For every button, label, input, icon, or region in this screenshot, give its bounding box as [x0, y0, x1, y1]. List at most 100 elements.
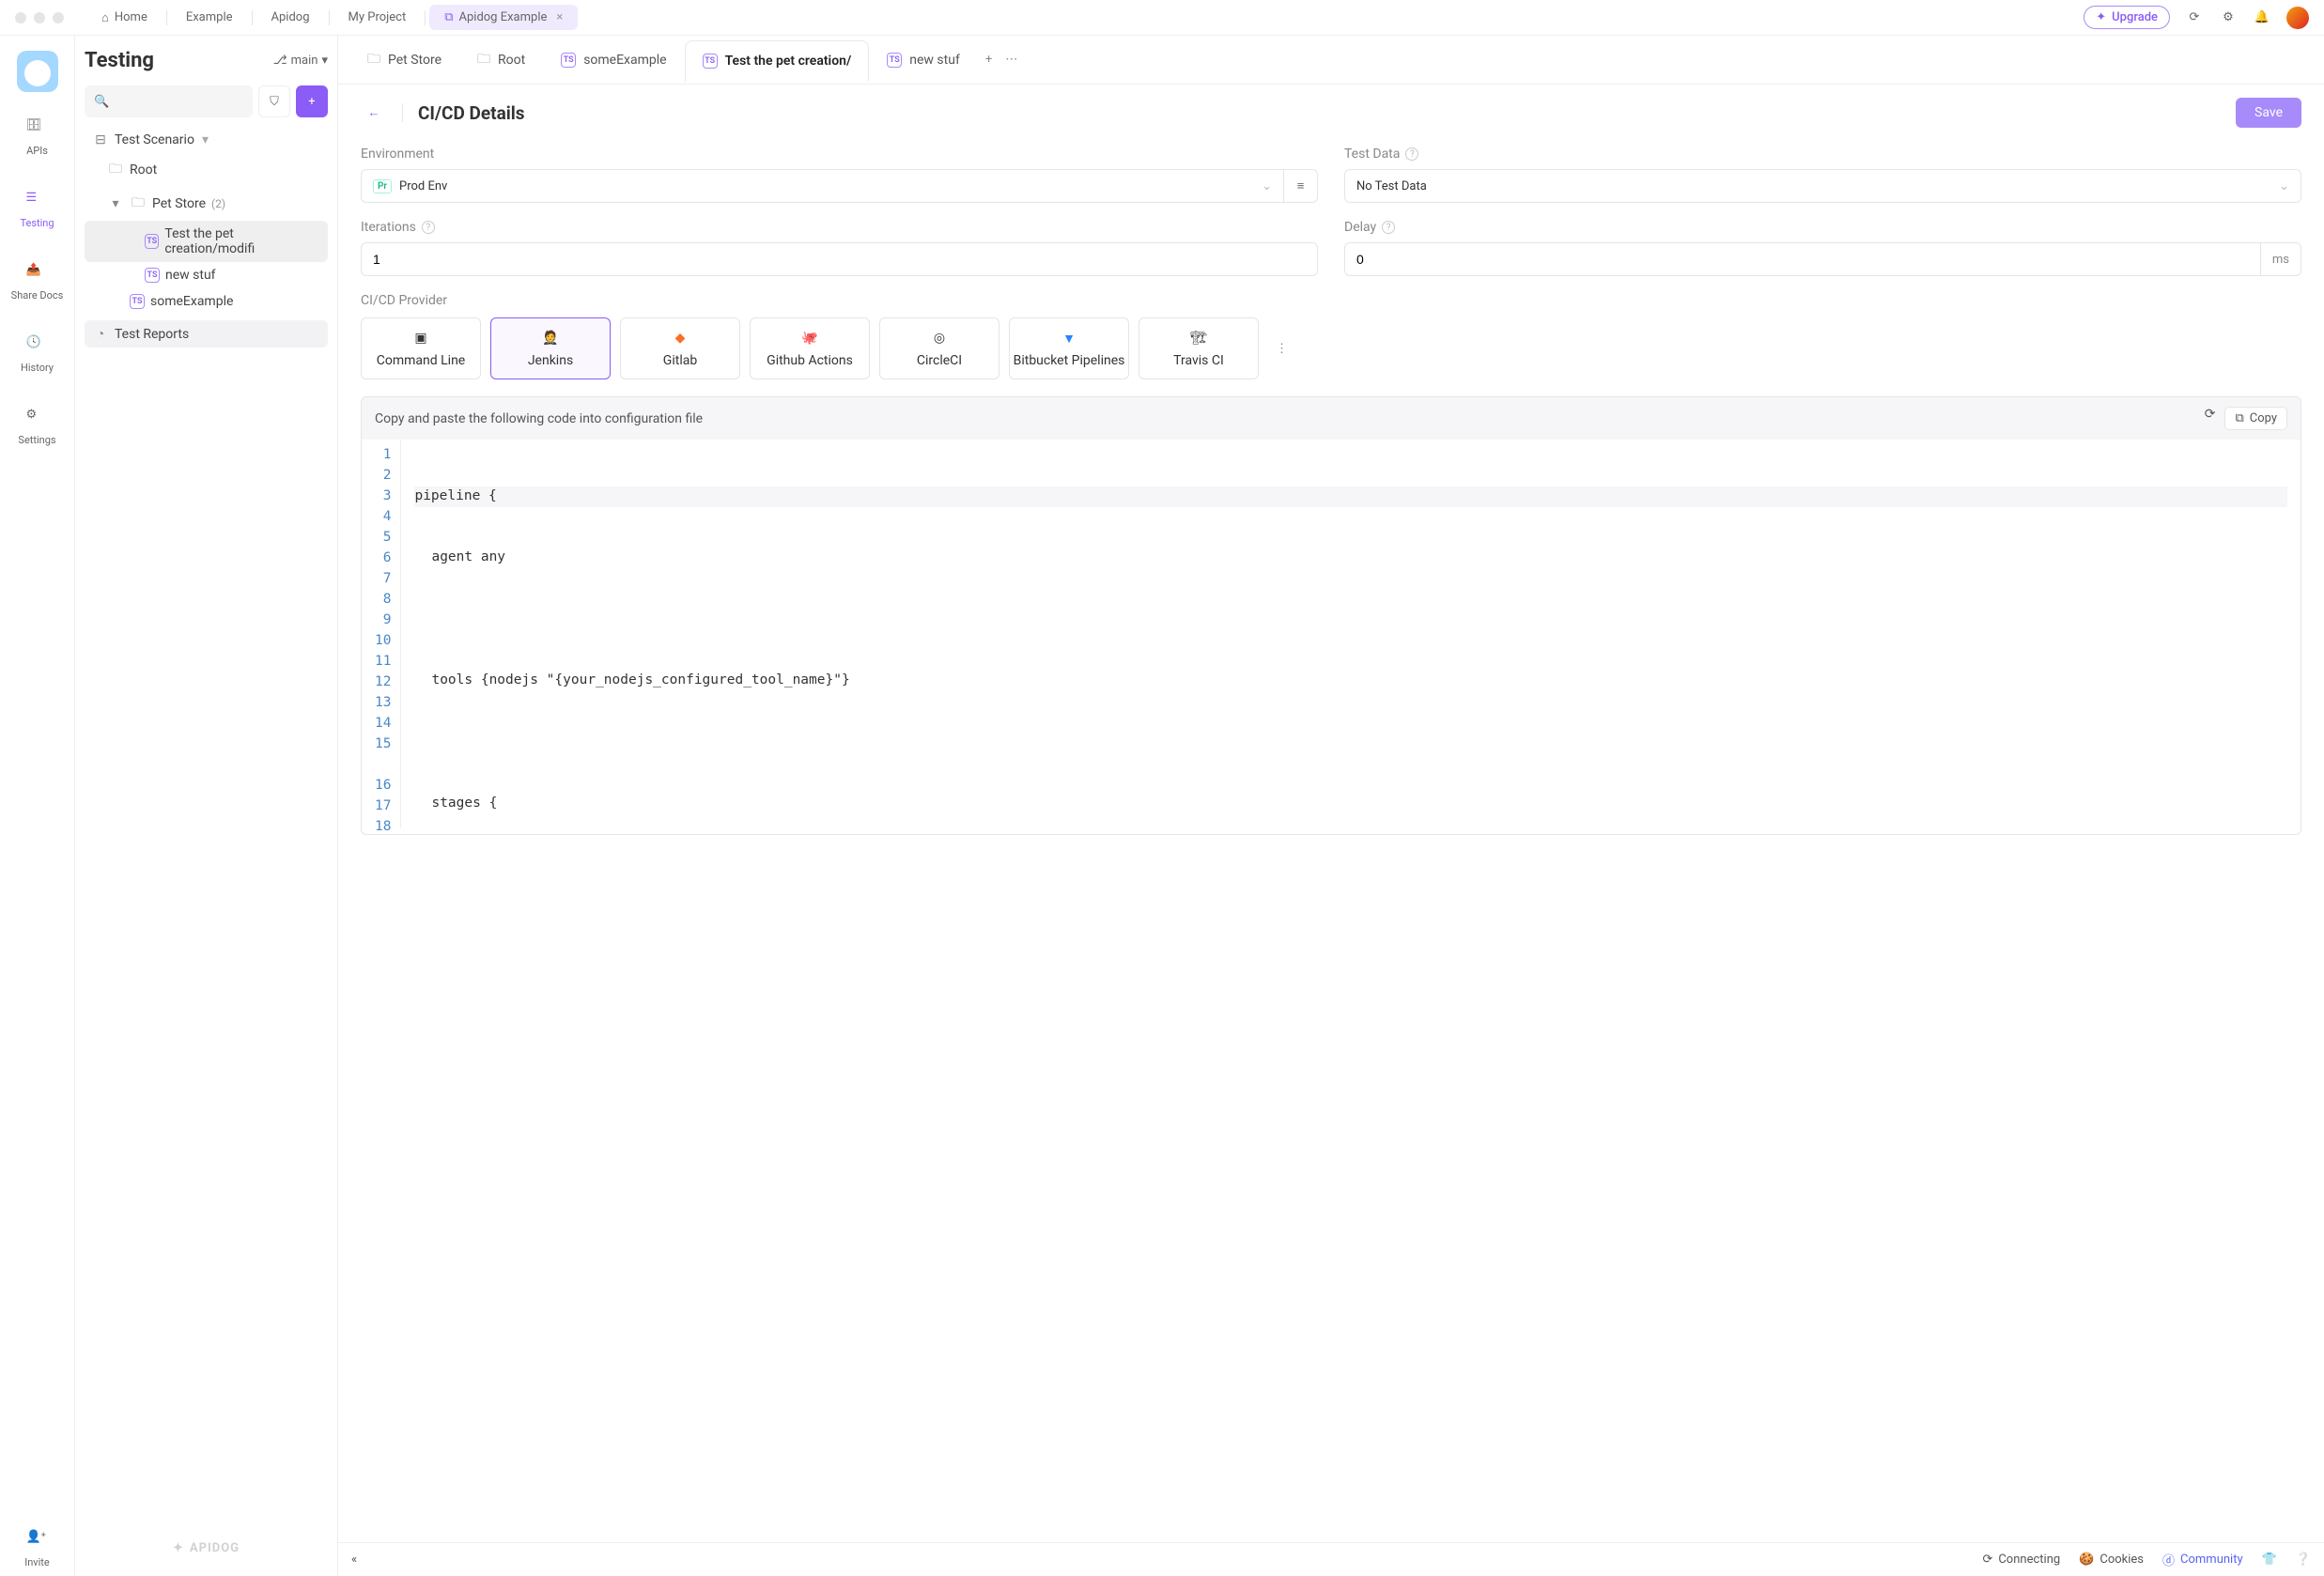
testdata-select[interactable]: No Test Data ⌄ [1344, 169, 2301, 203]
provider-gitlab[interactable]: ◆ Gitlab [620, 317, 740, 379]
status-community[interactable]: ⓓ Community [2162, 1551, 2243, 1568]
chevron-down-icon: ▾ [202, 132, 209, 147]
tree-petstore[interactable]: ▾ 🗀 Pet Store (2) [85, 187, 328, 221]
apidog-logo: ✦ APIDOG [85, 1534, 328, 1563]
delay-input[interactable] [1344, 242, 2261, 276]
provider-github-actions[interactable]: 🐙 Github Actions [750, 317, 870, 379]
filter-button[interactable]: ⛉ [258, 85, 290, 117]
invite-icon: 👤⁺ [26, 1530, 49, 1553]
provider-bitbucket[interactable]: ▼ Bitbucket Pipelines [1009, 317, 1129, 379]
rail-history[interactable]: 🕓 History [0, 328, 74, 381]
close-window[interactable] [15, 12, 26, 23]
divider [402, 103, 403, 122]
copy-label: Copy [2250, 411, 2277, 425]
rail-apis[interactable]: 🗄 APIs [0, 111, 74, 164]
save-button[interactable]: Save [2236, 98, 2301, 128]
delay-unit: ms [2261, 242, 2301, 276]
connecting-label: Connecting [1998, 1553, 2060, 1567]
rail-invite[interactable]: 👤⁺ Invite [0, 1522, 74, 1576]
title-tab-apidog-example[interactable]: ⧉ Apidog Example × [429, 5, 578, 30]
copy-button[interactable]: ⧉ Copy [2224, 407, 2287, 430]
tree-item-some-example[interactable]: TS someExample [85, 288, 328, 315]
titlebar: ⌂ Home Example Apidog My Project ⧉ Apido… [0, 0, 2324, 36]
tshirt-icon[interactable]: 👕 [2262, 1553, 2277, 1567]
back-button[interactable]: ← [361, 100, 387, 126]
jenkins-icon: 🤵 [541, 329, 560, 348]
environment-select[interactable]: Pr Prod Env ⌄ [361, 169, 1284, 203]
chevron-down-icon: ⌄ [1262, 179, 1272, 193]
tree-item-test-pet-creation[interactable]: TS Test the pet creation/modifi [85, 221, 328, 262]
provider-command-line[interactable]: ▣ Command Line [361, 317, 481, 379]
title-tab-home[interactable]: ⌂ Home [86, 5, 163, 31]
tree-label: Test the pet creation/modifi [164, 226, 320, 256]
tree-scenario-header[interactable]: ⊟ Test Scenario ▾ [85, 127, 328, 153]
count-badge: (2) [211, 197, 225, 210]
tree-root[interactable]: 🗀 Root [85, 153, 328, 187]
content: ← CI/CD Details Save Environment Pr Prod… [338, 85, 2324, 1542]
provider-circleci[interactable]: ◎ CircleCI [879, 317, 999, 379]
title-tab-label: Apidog Example [459, 10, 548, 24]
close-tab-icon[interactable]: × [556, 10, 563, 24]
tree-label: new stuf [165, 268, 216, 283]
upgrade-button[interactable]: ✦ Upgrade [2084, 6, 2170, 29]
refresh-code-button[interactable]: ⟳ [2205, 407, 2216, 430]
collapse-sidebar-button[interactable]: « [351, 1553, 357, 1567]
separator [166, 10, 167, 25]
rail-label: Settings [18, 434, 55, 446]
help-icon[interactable]: ? [422, 221, 435, 234]
testdata-label: Test Data [1344, 147, 1400, 162]
provider-jenkins[interactable]: 🤵 Jenkins [490, 317, 611, 379]
tab-root[interactable]: 🗀 Root [459, 39, 543, 81]
gear-icon[interactable]: ⚙ [2219, 8, 2238, 27]
tab-menu-button[interactable]: ⋯ [1005, 53, 1017, 67]
code-lines: pipeline { agent any tools {nodejs "{you… [401, 440, 2301, 828]
title-tab-apidog[interactable]: Apidog [256, 5, 325, 30]
tree-label: Test Reports [115, 327, 189, 342]
add-tab-button[interactable]: + [985, 53, 992, 67]
maximize-window[interactable] [53, 12, 64, 23]
help-icon[interactable]: ? [1382, 221, 1395, 234]
tab-new-stuf[interactable]: TS new stuf [869, 39, 978, 81]
title-tab-example[interactable]: Example [171, 5, 248, 30]
help-icon[interactable]: ? [1405, 147, 1418, 161]
rail-testing[interactable]: ☰ Testing [0, 183, 74, 237]
tab-pet-store[interactable]: 🗀 Pet Store [349, 39, 459, 81]
ts-icon: TS [703, 54, 718, 69]
rail-label: Invite [24, 1556, 50, 1568]
provider-travis[interactable]: 🏗 Travis CI [1139, 317, 1259, 379]
provider-label: Gitlab [663, 353, 697, 368]
bell-icon[interactable]: 🔔 [2253, 8, 2271, 27]
workspace-avatar[interactable] [17, 51, 58, 92]
titlebar-tabs: ⌂ Home Example Apidog My Project ⧉ Apido… [86, 5, 578, 31]
external-link-icon: ⧉ [444, 10, 453, 24]
tab-some-example[interactable]: TS someExample [543, 39, 684, 81]
more-providers-button[interactable]: ⋮ [1268, 342, 1295, 356]
tab-test-pet-creation[interactable]: TS Test the pet creation/ [685, 40, 870, 82]
tree-test-reports[interactable]: ◔ Test Reports [85, 320, 328, 348]
title-tab-myproject[interactable]: My Project [333, 5, 422, 30]
rail-share-docs[interactable]: 📤 Share Docs [0, 255, 74, 309]
code-editor[interactable]: 12345678910111213141516171819 pipeline {… [362, 440, 2301, 834]
ts-icon: TS [145, 268, 160, 283]
refresh-icon[interactable]: ⟳ [2185, 8, 2204, 27]
window-controls[interactable] [15, 12, 64, 23]
provider-label: Bitbucket Pipelines [1014, 353, 1125, 368]
search-input[interactable]: 🔍 [85, 85, 253, 117]
travis-icon: 🏗 [1189, 329, 1208, 348]
folder-icon: 🗀 [367, 49, 380, 71]
add-button[interactable]: + [296, 85, 328, 117]
rail-settings[interactable]: ⚙ Settings [0, 400, 74, 454]
env-menu-button[interactable]: ≡ [1284, 169, 1318, 203]
help-icon[interactable]: ❔ [2296, 1553, 2311, 1567]
terminal-icon: ▣ [411, 329, 430, 348]
user-avatar[interactable] [2286, 7, 2309, 29]
logo-icon: ✦ [173, 1541, 184, 1555]
minimize-window[interactable] [34, 12, 45, 23]
cookie-icon: 🍪 [2079, 1553, 2094, 1567]
branch-selector[interactable]: ⎇ main ▾ [273, 54, 328, 68]
iterations-input[interactable] [361, 242, 1318, 276]
code-line: pipeline { [414, 487, 2287, 507]
status-cookies[interactable]: 🍪 Cookies [2079, 1553, 2144, 1567]
tree-item-new-stuf[interactable]: TS new stuf [85, 262, 328, 288]
status-connecting[interactable]: ⟳ Connecting [1982, 1553, 2060, 1567]
